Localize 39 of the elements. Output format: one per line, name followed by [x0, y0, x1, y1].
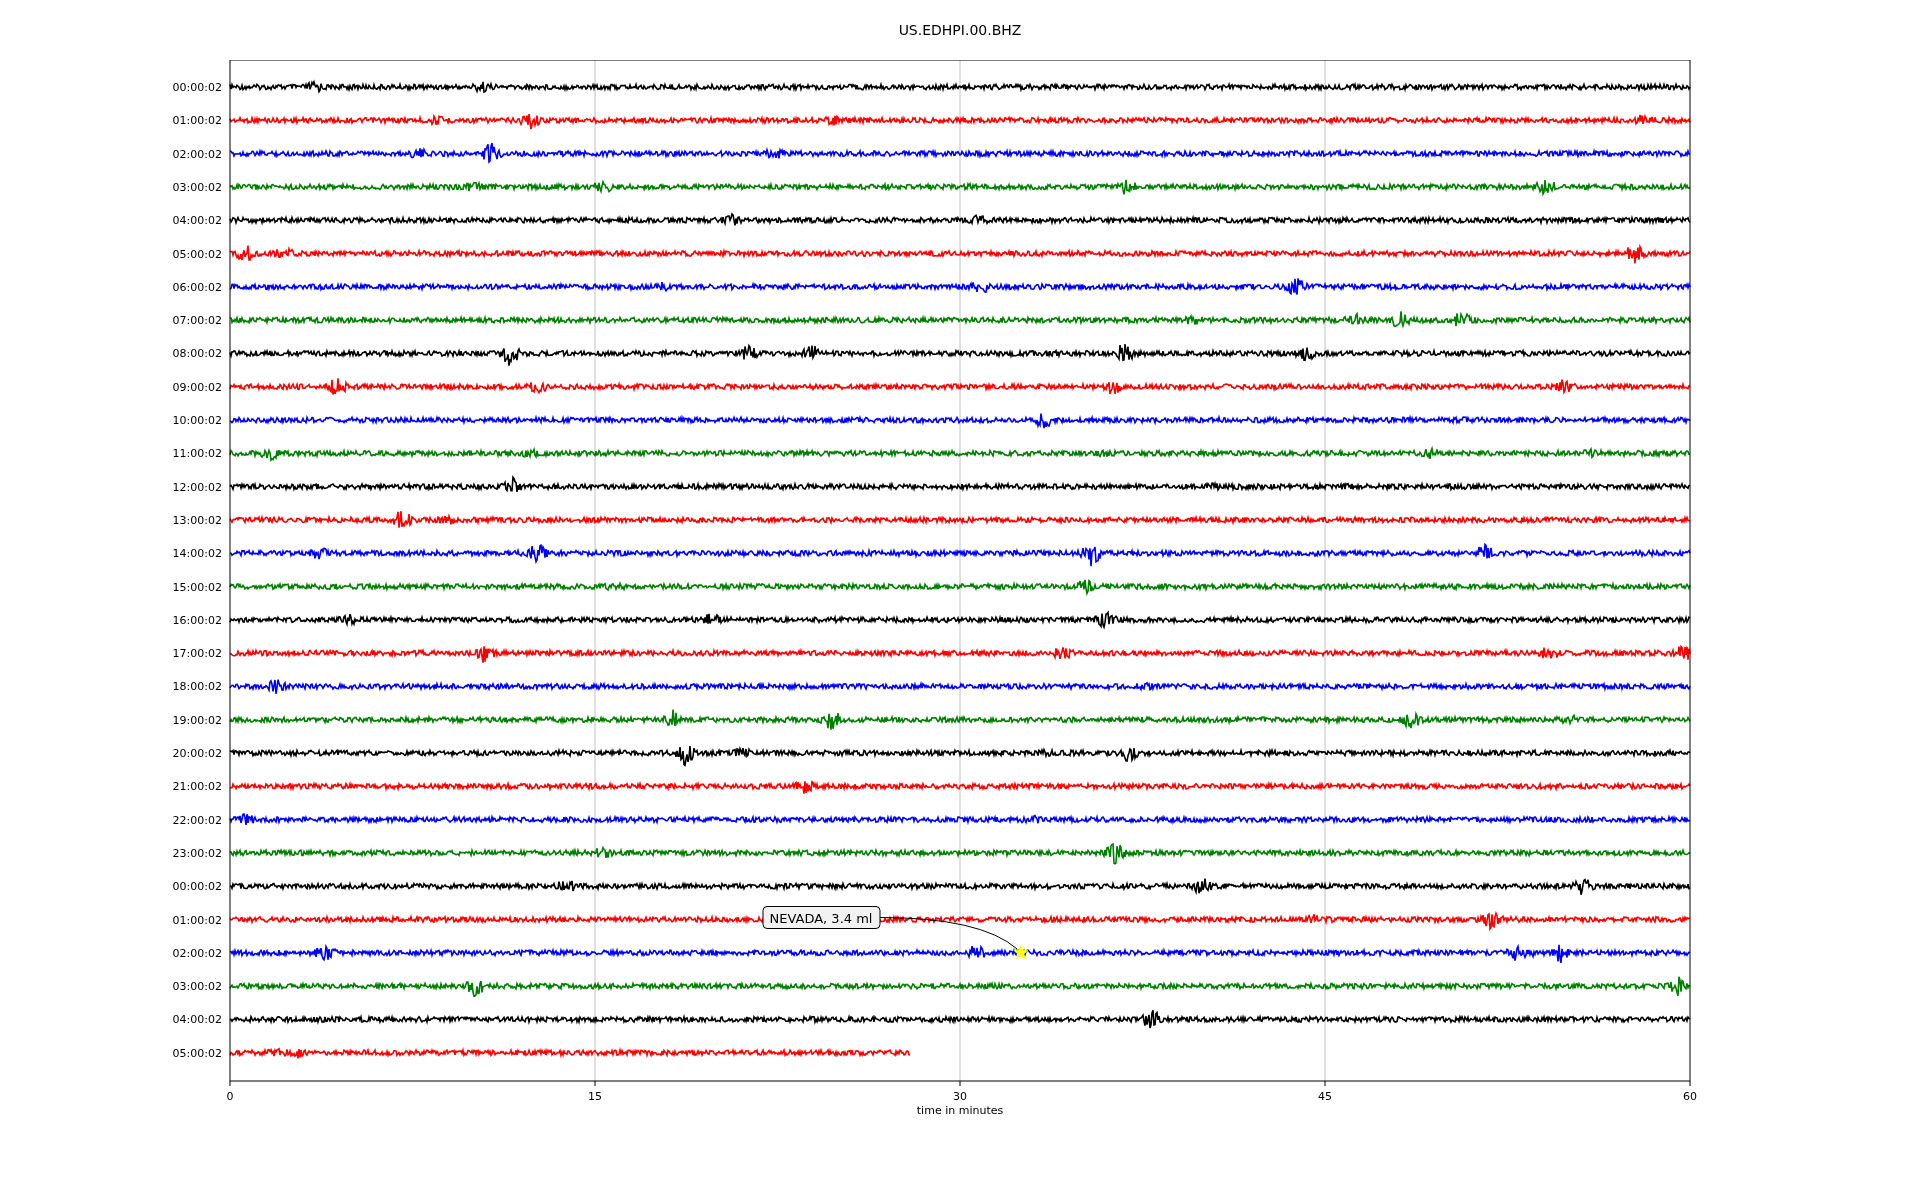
time-label: 13:00:02 [172, 513, 222, 527]
time-label: 02:00:02 [172, 946, 222, 960]
event-annotation: NEVADA, 3.4 ml [762, 906, 881, 929]
tick-label: 60 [1683, 1090, 1697, 1103]
time-label: 00:00:02 [172, 81, 222, 94]
tick-label: 15 [588, 1090, 602, 1103]
time-label: 21:00:02 [172, 780, 222, 794]
time-label: 02:00:02 [172, 147, 222, 161]
time-label: 10:00:02 [172, 414, 222, 427]
time-label: 07:00:02 [172, 314, 222, 328]
tick-label: 30 [953, 1090, 967, 1103]
tick-label: 0 [226, 1090, 234, 1103]
time-label: 04:00:02 [172, 214, 222, 228]
time-label: 12:00:02 [172, 480, 222, 494]
time-label: 06:00:02 [172, 280, 222, 294]
time-label: 15:00:02 [172, 580, 222, 594]
chart-title: US.EDHPI.00.BHZ [898, 20, 1022, 40]
time-label: 03:00:02 [172, 980, 222, 994]
tick-label: 45 [1318, 1090, 1332, 1103]
time-label: 23:00:02 [172, 846, 222, 860]
time-label: 05:00:02 [172, 1046, 222, 1060]
time-label: 01:00:02 [172, 114, 222, 128]
time-label: 09:00:02 [172, 380, 222, 394]
time-label: 22:00:02 [172, 813, 222, 827]
time-label: 05:00:02 [172, 247, 222, 261]
axis-label: time in minutes [916, 1104, 1004, 1117]
time-label: 17:00:02 [172, 647, 222, 661]
time-label: 19:00:02 [172, 713, 222, 727]
time-label: 04:00:02 [172, 1013, 222, 1027]
time-label: 00:00:02 [172, 880, 222, 894]
time-label: 20:00:02 [172, 747, 222, 760]
time-label: 01:00:02 [172, 913, 222, 927]
time-label: 03:00:02 [172, 180, 222, 194]
time-label: 18:00:02 [172, 680, 222, 694]
time-label: 08:00:02 [172, 347, 222, 361]
star-icon [1013, 944, 1029, 960]
time-label: 11:00:02 [172, 447, 222, 461]
time-label: 14:00:02 [172, 547, 222, 561]
time-label: 16:00:02 [172, 613, 222, 627]
